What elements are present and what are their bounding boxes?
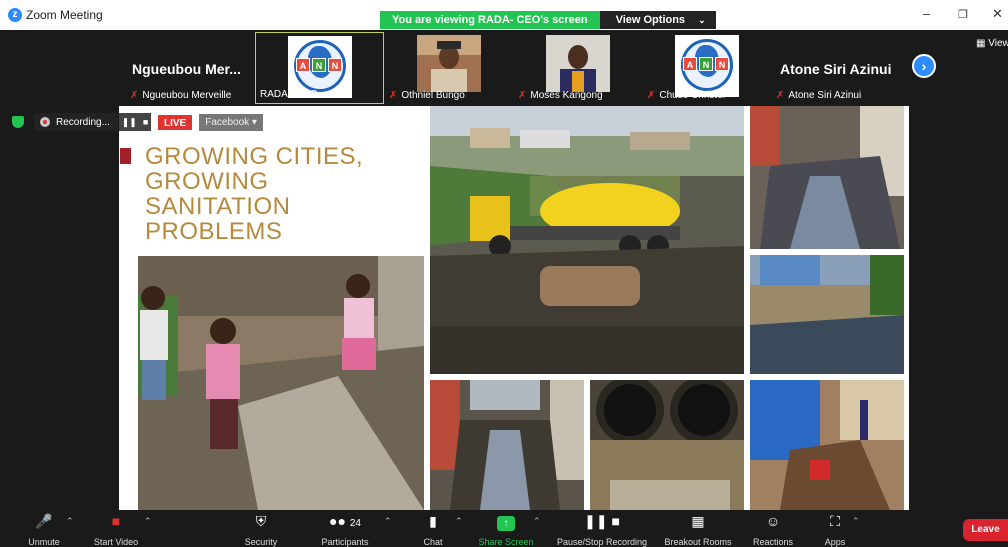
children-slum-photo [138, 256, 424, 510]
minimize-icon[interactable]: – [923, 6, 930, 21]
pause-stop-icon: ❚❚ ■ [584, 513, 620, 529]
title-accent-bar [120, 148, 131, 164]
recording-label: Recording... [56, 116, 110, 128]
shield-icon: ⛨ [255, 513, 267, 529]
gallery-strip: Ngueubou Mer... ✗ Ngueubou Merveille ANN … [0, 30, 1008, 105]
participant-tile[interactable]: ✗ Moses Kangong [514, 32, 642, 104]
share-screen-icon: ↑ [474, 512, 538, 531]
participant-label: ✗ Moses Kangong [518, 90, 603, 101]
participants-options-caret[interactable]: ⌃ [384, 516, 392, 527]
participant-label: ✗ Othniel Bungo [389, 90, 465, 101]
muted-mic-icon: ✗ [647, 90, 656, 101]
participant-name-large: Ngueubou Mer... [132, 61, 241, 77]
share-options-caret[interactable]: ⌃ [533, 516, 541, 527]
participant-tile-active[interactable]: ANN RADA - CEO [255, 32, 384, 104]
restore-icon[interactable]: ❐ [958, 8, 968, 21]
close-icon[interactable]: ✕ [992, 6, 1003, 22]
participant-label: ✗ Chuse Christel [647, 90, 725, 101]
participant-name-large: Atone Siri Azinui [780, 61, 892, 77]
participant-tile[interactable]: ✗ Othniel Bungo [385, 32, 513, 104]
participant-label: RADA - CEO [260, 89, 318, 100]
audio-options-caret[interactable]: ⌃ [66, 516, 74, 527]
chevron-down-icon: ⌄ [698, 15, 706, 25]
recording-indicator[interactable]: Recording... [34, 113, 118, 131]
security-shield-icon[interactable] [12, 116, 24, 128]
alley-sewage-photo [430, 380, 584, 510]
participant-label: ✗ Atone Siri Azinui [776, 90, 862, 101]
title-bar: z Zoom Meeting You are viewing RADA- CEO… [0, 0, 1008, 30]
reactions-icon: ☺ [765, 513, 781, 529]
polluted-canal-photo [750, 255, 904, 374]
drainage-photo [750, 106, 904, 249]
chat-icon: ▮ [429, 513, 437, 529]
shared-screen: ❚❚ ■ LIVE Facebook ▾ GROWING CITIES, GRO… [119, 106, 909, 510]
muted-mic-icon: ✗ [130, 90, 139, 101]
pause-stop-controls[interactable]: ❚❚ ■ [119, 113, 151, 131]
leave-button[interactable]: Leave [963, 519, 1008, 541]
cloud-recording-icon [40, 117, 50, 127]
apps-icon: ⛶ [830, 513, 840, 529]
video-options-caret[interactable]: ⌃ [144, 516, 152, 527]
window-title: Zoom Meeting [26, 8, 103, 22]
view-options-button[interactable]: View Options ⌄ [599, 11, 716, 29]
pipe-outflow-photo [590, 380, 744, 510]
muted-mic-icon: ✗ [776, 90, 785, 101]
pause-icon[interactable]: ❚❚ [122, 117, 137, 128]
meeting-toolbar: 🎤 Unmute ⌃ ■ Start Video ⌃ ⛨ Security ●●… [0, 510, 1008, 547]
participant-tile[interactable]: Atone Siri Azinui ✗ Atone Siri Azinui [772, 32, 904, 104]
participants-icon: ●● 24 [329, 513, 361, 529]
apps-options-caret[interactable]: ⌃ [852, 516, 860, 527]
breakout-rooms-icon: ▦ [691, 513, 705, 529]
sewage-truck-photo [430, 106, 744, 374]
recording-controls: ❚❚ ■ LIVE Facebook ▾ [119, 113, 263, 131]
share-banner: You are viewing RADA- CEO's screen View … [380, 11, 716, 29]
participant-tile[interactable]: ANN ✗ Chuse Christel [643, 32, 771, 104]
facebook-dropdown[interactable]: Facebook ▾ [199, 113, 263, 131]
street-drain-photo [750, 380, 904, 510]
participant-tile[interactable]: Ngueubou Mer... ✗ Ngueubou Merveille [126, 32, 254, 104]
recording-bar: Recording... [12, 112, 118, 132]
chat-options-caret[interactable]: ⌃ [455, 516, 463, 527]
participant-video [546, 35, 610, 92]
stop-icon[interactable]: ■ [143, 117, 148, 127]
view-button[interactable]: ▦ View [976, 38, 1008, 49]
view-options-label: View Options [615, 14, 686, 26]
slide-title: GROWING CITIES, GROWING SANITATION PROBL… [145, 143, 364, 245]
video-off-icon: ■ [111, 513, 121, 529]
live-badge[interactable]: LIVE [157, 113, 194, 131]
zoom-logo-icon: z [8, 8, 22, 22]
muted-mic-icon: ✗ [389, 90, 398, 101]
ann-logo: ANN [675, 35, 739, 97]
next-page-button[interactable]: › [912, 54, 936, 78]
viewing-label: You are viewing RADA- CEO's screen [380, 11, 600, 29]
participant-video [417, 35, 481, 92]
muted-mic-icon: ✗ [518, 90, 527, 101]
participant-label: ✗ Ngueubou Merveille [130, 90, 232, 101]
muted-mic-icon: 🎤 [35, 513, 53, 529]
